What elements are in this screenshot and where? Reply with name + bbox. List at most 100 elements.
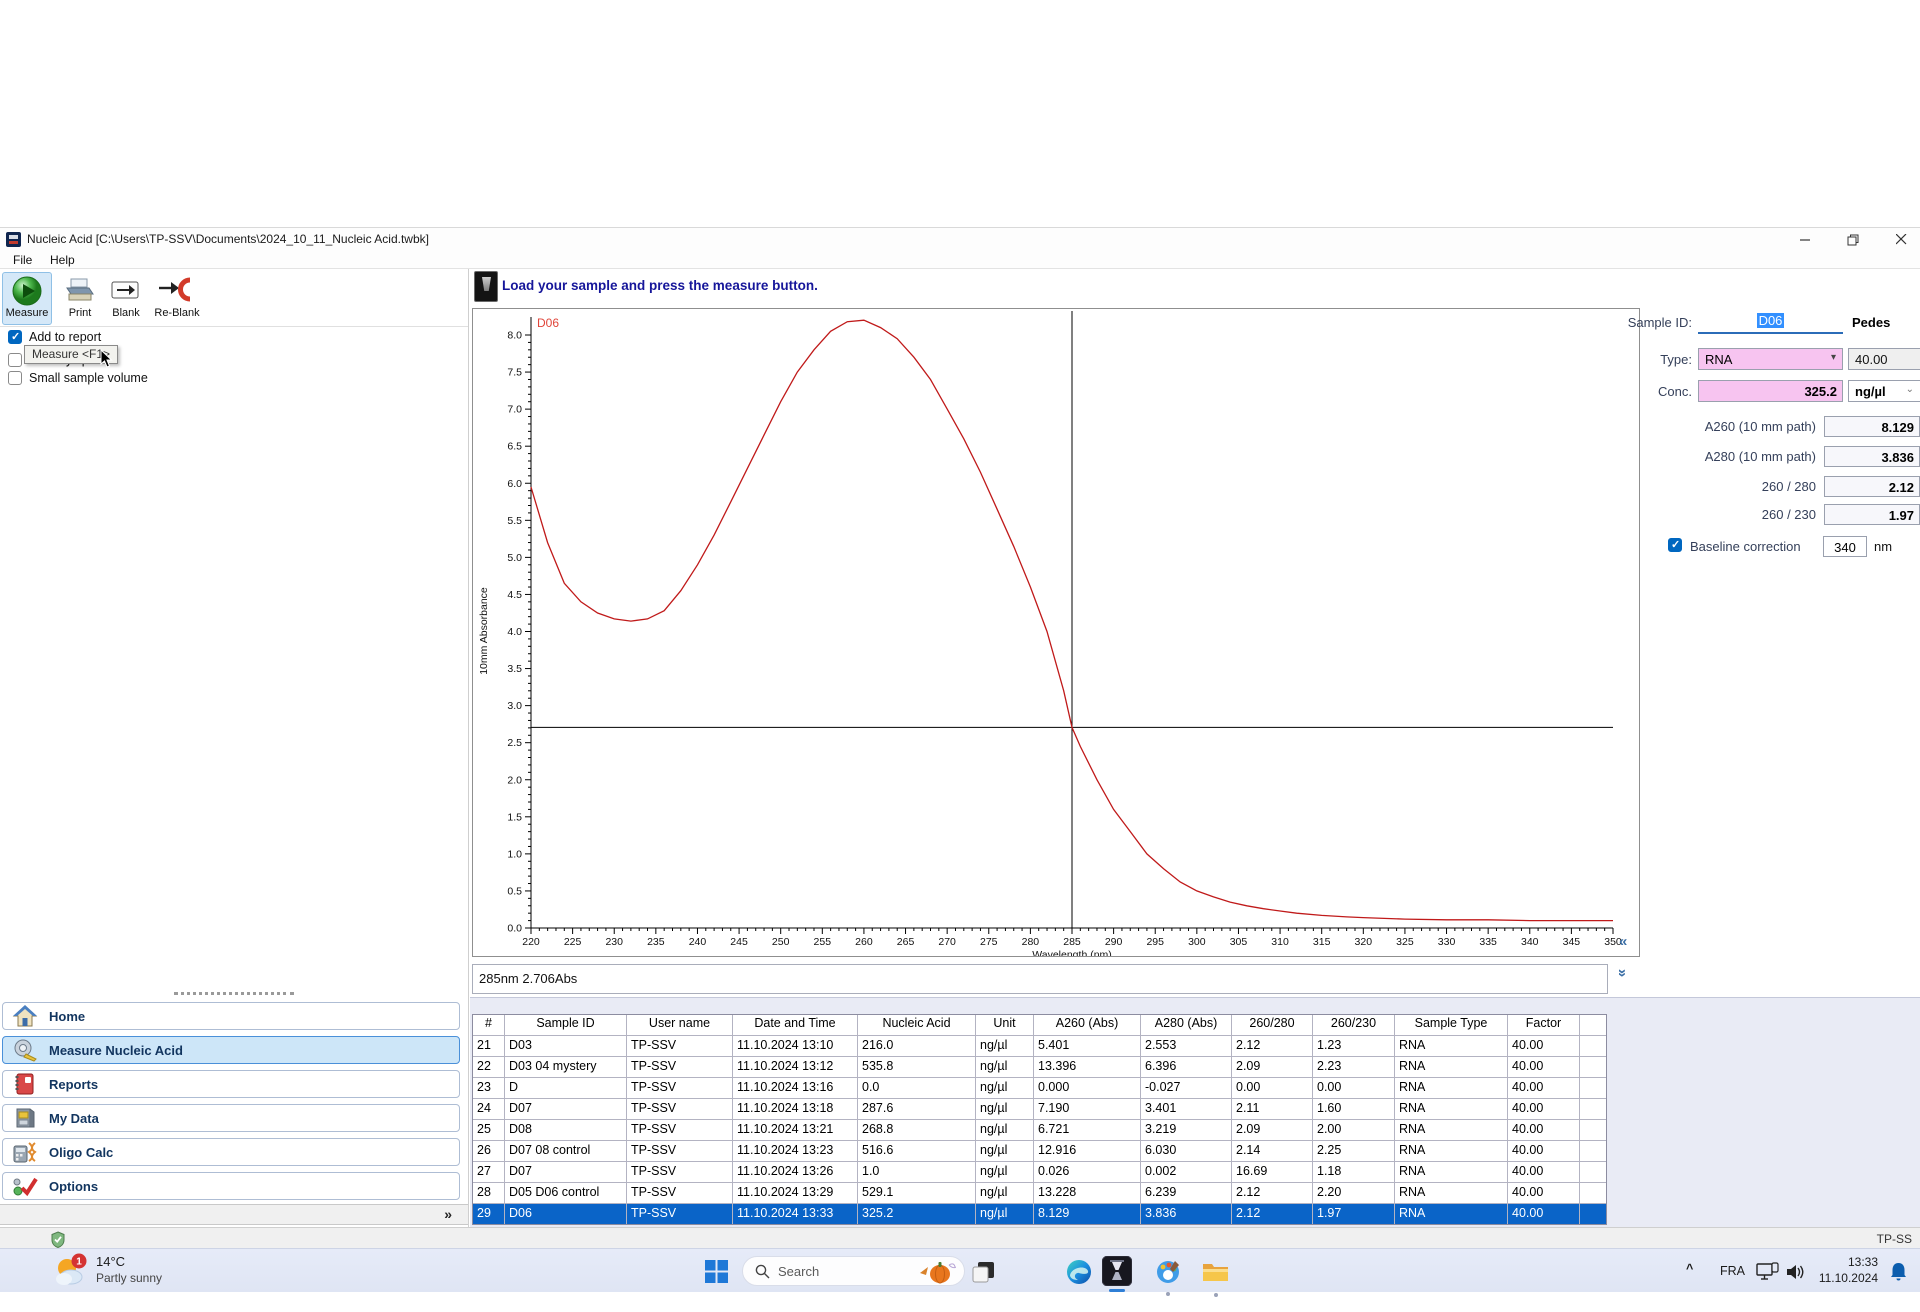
table-row[interactable]: 25D08TP-SSV11.10.2024 13:21268.8ng/µl6.7… (473, 1119, 1606, 1140)
chevron-down-icon: ⌄ (1906, 384, 1914, 395)
spectrum-chart: 2202252302352402452502552602652702752802… (473, 309, 1639, 956)
checkbox-box[interactable] (8, 330, 22, 344)
table-header-row: #Sample IDUser nameDate and TimeNucleic … (473, 1015, 1606, 1035)
column-header: A280 (Abs) (1141, 1015, 1232, 1035)
clock[interactable]: 13:33 11.10.2024 (1806, 1254, 1878, 1286)
table-row[interactable]: 21D03TP-SSV11.10.2024 13:10216.0ng/µl5.4… (473, 1035, 1606, 1056)
table-row[interactable]: 23DTP-SSV11.10.2024 13:160.0ng/µl0.000-0… (473, 1077, 1606, 1098)
sidebar-item-my-data[interactable]: My Data (2, 1104, 460, 1132)
table-cell: ng/µl (976, 1141, 1034, 1161)
table-row[interactable]: 27D07TP-SSV11.10.2024 13:261.0ng/µl0.026… (473, 1161, 1606, 1182)
svg-text:275: 275 (980, 936, 998, 948)
checkbox-label: Small sample volume (29, 371, 148, 385)
table-row[interactable]: 26D07 08 controlTP-SSV11.10.2024 13:2351… (473, 1140, 1606, 1161)
table-cell: 0.0 (858, 1078, 976, 1098)
table-cell: 2.12 (1232, 1036, 1313, 1056)
sidebar-item-reports[interactable]: Reports (2, 1070, 460, 1098)
search-box[interactable]: Search (742, 1256, 965, 1286)
language-indicator[interactable]: FRA (1720, 1264, 1745, 1278)
table-cell: 0.026 (1034, 1162, 1141, 1182)
reblank-icon (157, 275, 197, 307)
conc-unit-select[interactable]: ng/µl⌄ (1848, 380, 1920, 402)
table-cell: 11.10.2024 13:33 (733, 1204, 858, 1224)
type-select[interactable]: RNA▾ (1698, 348, 1843, 370)
table-cell: 11.10.2024 13:26 (733, 1162, 858, 1182)
speaker-icon[interactable] (1786, 1263, 1806, 1281)
edge-icon (1066, 1259, 1092, 1285)
table-cell: 6.721 (1034, 1120, 1141, 1140)
start-button[interactable] (704, 1259, 729, 1284)
type-value: RNA (1705, 352, 1732, 367)
sidebar-item-measure-nucleic-acid[interactable]: Measure Nucleic Acid (2, 1036, 460, 1064)
baseline-wavelength-input[interactable]: 340 (1823, 536, 1867, 557)
notification-bell-icon[interactable] (1890, 1262, 1907, 1281)
print-button[interactable]: Print (58, 272, 102, 325)
chart-collapse-icon[interactable]: « (1619, 933, 1627, 950)
table-cell: 2.20 (1313, 1183, 1395, 1203)
table-cell: 3.401 (1141, 1099, 1232, 1119)
table-row[interactable]: 22D03 04 mysteryTP-SSV11.10.2024 13:1253… (473, 1056, 1606, 1077)
table-cell: 325.2 (858, 1204, 976, 1224)
table-cell: 3.836 (1141, 1204, 1232, 1224)
svg-text:255: 255 (814, 936, 832, 948)
weather-widget[interactable]: 1 14°C Partly sunny (52, 1253, 222, 1289)
table-cell: 40.00 (1508, 1162, 1580, 1182)
table-cell: ng/µl (976, 1057, 1034, 1077)
nav-splitter-handle[interactable] (174, 992, 294, 995)
sidebar-item-oligo-calc[interactable]: Oligo Calc (2, 1138, 460, 1166)
table-cell: TP-SSV (627, 1162, 733, 1182)
table-cell: 268.8 (858, 1120, 976, 1140)
table-cell: 40.00 (1508, 1120, 1580, 1140)
table-cell: 40.00 (1508, 1099, 1580, 1119)
table-cell: 40.00 (1508, 1036, 1580, 1056)
tray-overflow-chevron[interactable]: ^ (1686, 1262, 1693, 1276)
close-button[interactable] (1886, 228, 1916, 251)
task-view-button[interactable] (972, 1261, 996, 1283)
checkbox-add-to-report[interactable]: Add to report (8, 330, 101, 344)
blank-icon (109, 275, 143, 307)
table-cell: 6.396 (1141, 1057, 1232, 1077)
title-bar: Nucleic Acid [C:\Users\TP-SSV\Documents\… (0, 228, 1920, 251)
baseline-checkbox[interactable] (1668, 538, 1682, 552)
checkbox-small-sample-volume[interactable]: Small sample volume (8, 371, 148, 385)
collapse-chevron-icon[interactable]: » (444, 1206, 452, 1222)
table-cell: 1.97 (1313, 1204, 1395, 1224)
table-cell: 2.12 (1232, 1183, 1313, 1203)
sample-id-input[interactable]: D06 (1698, 310, 1843, 334)
nav-collapse-strip[interactable]: » (0, 1204, 468, 1225)
search-placeholder: Search (778, 1264, 819, 1279)
svg-text:330: 330 (1438, 936, 1456, 948)
table-cell: TP-SSV (627, 1078, 733, 1098)
menu-file[interactable]: File (13, 253, 32, 267)
sidebar-item-options[interactable]: Options (2, 1172, 460, 1200)
table-cell: 16.69 (1232, 1162, 1313, 1182)
table-cell: TP-SSV (627, 1120, 733, 1140)
paint-app-button[interactable] (1155, 1259, 1181, 1285)
ratio-260-280-row: 260 / 280 2.12 (470, 476, 1920, 502)
svg-text:4.5: 4.5 (507, 589, 522, 601)
readout-expand-icon[interactable]: » (1615, 969, 1629, 977)
table-row[interactable]: 24D07TP-SSV11.10.2024 13:18287.6ng/µl7.1… (473, 1098, 1606, 1119)
sidebar-item-home[interactable]: Home (2, 1002, 460, 1030)
svg-text:250: 250 (772, 936, 790, 948)
conc-value-field: 325.2 (1698, 380, 1843, 402)
reblank-button[interactable]: Re-Blank (150, 272, 204, 325)
file-explorer-button[interactable] (1202, 1260, 1229, 1283)
svg-text:285: 285 (1063, 936, 1081, 948)
minimize-button[interactable] (1790, 228, 1820, 251)
table-row[interactable]: 28D05 D06 controlTP-SSV11.10.2024 13:295… (473, 1182, 1606, 1203)
measure-button[interactable]: Measure (2, 272, 52, 325)
type-label: Type: (1660, 352, 1692, 367)
checkbox-box[interactable] (8, 371, 22, 385)
nucleic-acid-app-button[interactable] (1102, 1256, 1132, 1286)
table-cell: 516.6 (858, 1141, 976, 1161)
svg-text:Wavelength (nm): Wavelength (nm) (1032, 949, 1112, 956)
restore-button[interactable] (1838, 228, 1868, 251)
instrument-icon (474, 271, 498, 302)
blank-button[interactable]: Blank (104, 272, 148, 325)
edge-browser-button[interactable] (1066, 1259, 1092, 1285)
menu-help[interactable]: Help (50, 253, 75, 267)
svg-text:340: 340 (1521, 936, 1539, 948)
checkbox-box[interactable] (8, 353, 22, 367)
table-row[interactable]: 29D06TP-SSV11.10.2024 13:33325.2ng/µl8.1… (473, 1203, 1606, 1224)
